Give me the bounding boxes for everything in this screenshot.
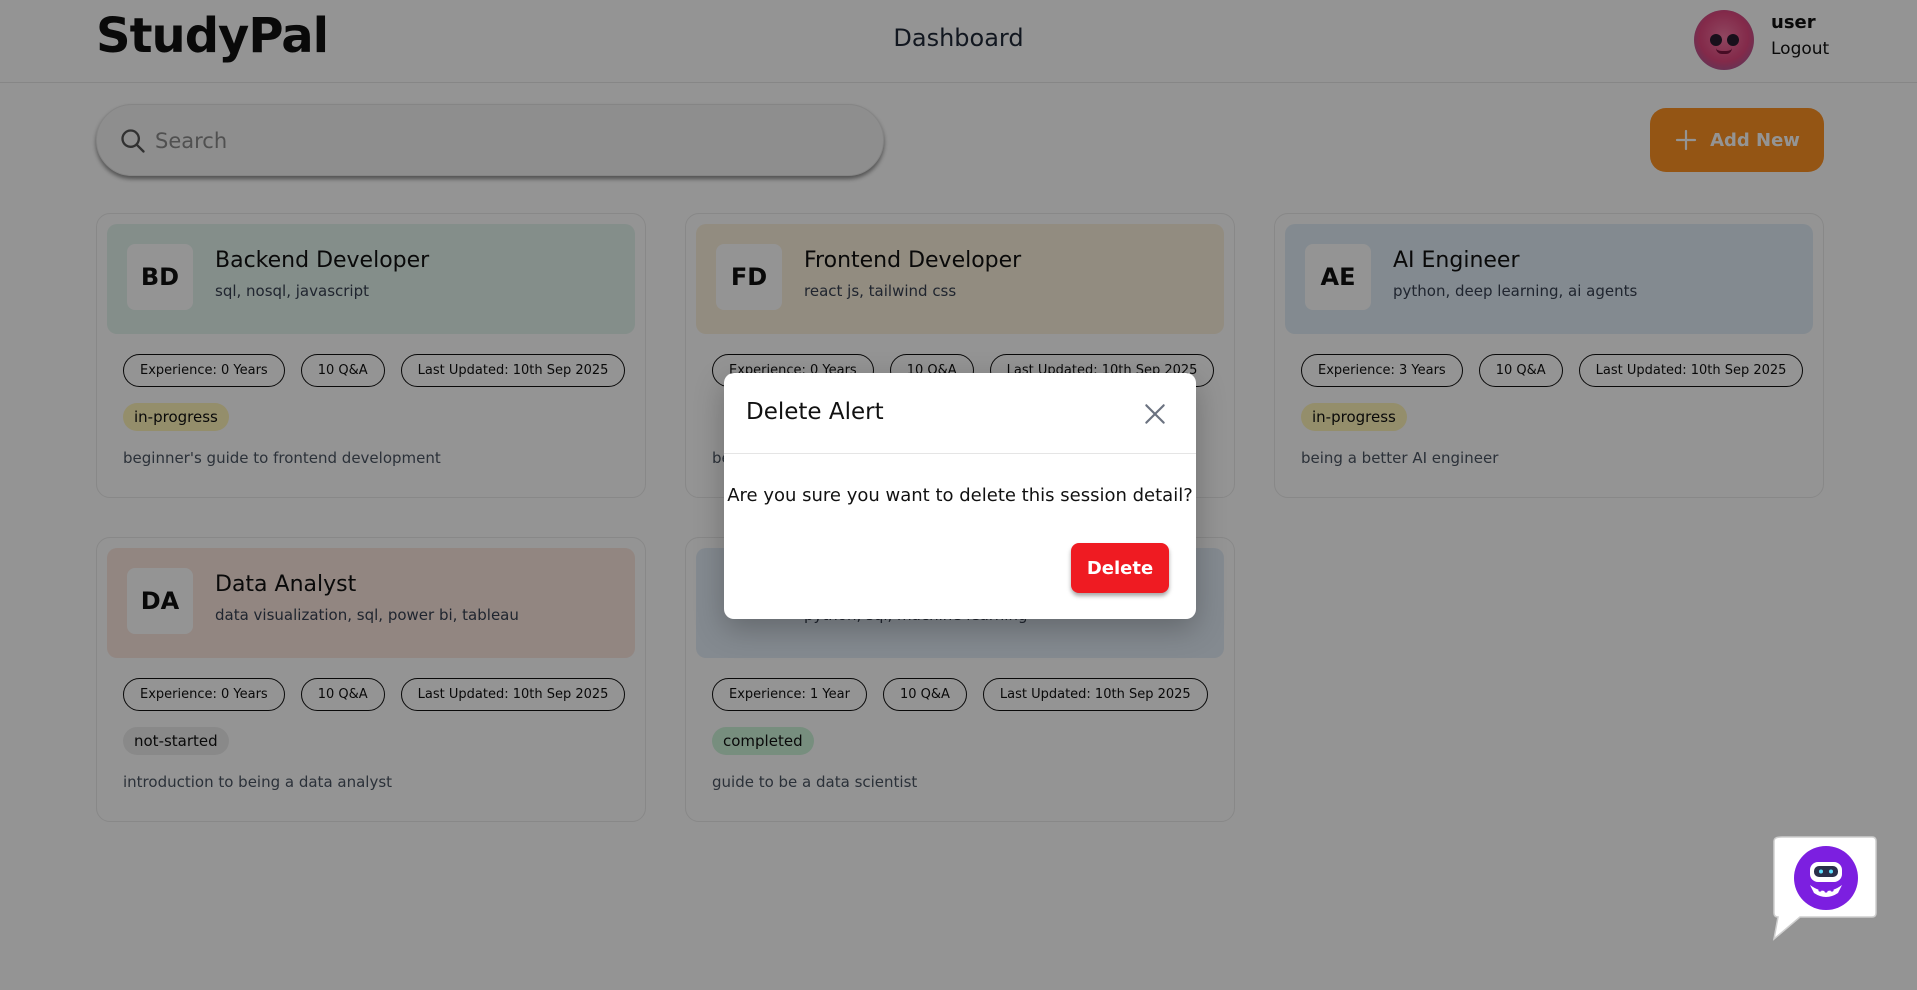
delete-alert-dialog: Delete Alert Are you sure you want to de… [724,373,1196,619]
dialog-divider [724,453,1196,454]
dialog-title: Delete Alert [746,399,884,425]
bot-eye-icon [1829,869,1833,874]
dialog-message: Are you sure you want to delete this ses… [727,485,1193,506]
bot-dot-icon [1824,889,1828,893]
bot-visor-icon [1814,866,1838,877]
bot-dot-icon [1818,888,1822,892]
close-icon[interactable] [1142,401,1168,427]
bot-eye-icon [1819,869,1823,874]
bot-dot-icon [1830,888,1834,892]
chatbot-button[interactable] [1772,835,1878,943]
delete-button[interactable]: Delete [1071,543,1169,593]
